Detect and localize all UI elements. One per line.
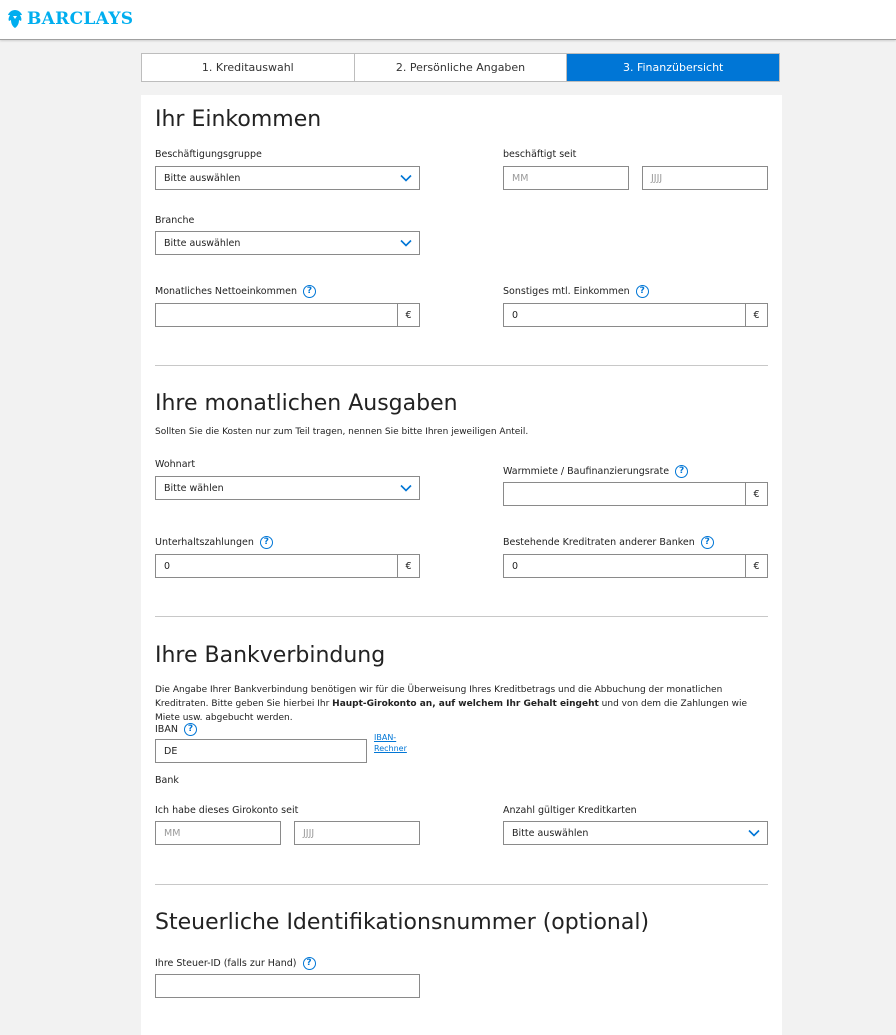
rent-label-text: Warmmiete / Baufinanzierungsrate: [503, 466, 670, 477]
currency-suffix: €: [745, 304, 767, 326]
industry-select[interactable]: Bitte auswählen: [155, 231, 420, 255]
rent-label: Warmmiete / Baufinanzierungsrate ?: [503, 465, 689, 478]
credit-cards-select[interactable]: Bitte auswählen: [503, 821, 768, 845]
alimony-field[interactable]: 0 €: [155, 554, 420, 578]
account-since-label: Ich habe dieses Girokonto seit: [155, 805, 299, 816]
bank-note-bold: Haupt-Girokonto an, auf welchem Ihr Geha…: [332, 699, 599, 709]
chevron-down-icon: [400, 239, 412, 247]
help-icon[interactable]: ?: [302, 285, 316, 298]
expenses-note: Sollten Sie die Kosten nur zum Teil trag…: [155, 427, 529, 437]
tax-id-label-text: Ihre Steuer-ID (falls zur Hand): [155, 958, 297, 969]
step-persoenliche-angaben[interactable]: 2. Persönliche Angaben: [355, 54, 568, 81]
loans-field[interactable]: 0 €: [503, 554, 768, 578]
net-income-label: Monatliches Nettoeinkommen ?: [155, 285, 316, 298]
form-card: Ihr Einkommen Beschäftigungsgruppe Bitte…: [141, 95, 782, 1035]
loans-label: Bestehende Kreditraten anderer Banken ?: [503, 536, 714, 549]
account-since-year-input[interactable]: JJJJ: [294, 821, 420, 845]
alimony-label: Unterhaltszahlungen ?: [155, 536, 273, 549]
bank-note: Die Angabe Ihrer Bankverbindung benötige…: [155, 683, 765, 725]
net-income-field[interactable]: €: [155, 303, 420, 327]
eagle-icon: [8, 10, 22, 28]
currency-suffix: €: [745, 555, 767, 577]
employment-group-select[interactable]: Bitte auswählen: [155, 166, 420, 190]
credit-cards-value: Bitte auswählen: [512, 827, 589, 839]
currency-suffix: €: [397, 555, 419, 577]
loans-input[interactable]: 0: [504, 555, 745, 577]
account-since-month-input[interactable]: MM: [155, 821, 281, 845]
net-income-input[interactable]: [156, 304, 397, 326]
progress-steps: 1. Kreditauswahl 2. Persönliche Angaben …: [141, 53, 780, 82]
rent-field[interactable]: €: [503, 482, 768, 506]
step-finanzuebersicht[interactable]: 3. Finanzübersicht: [567, 54, 780, 81]
bank-section-title: Ihre Bankverbindung: [155, 643, 386, 668]
housing-select[interactable]: Bitte wählen: [155, 476, 420, 500]
employment-group-label: Beschäftigungsgruppe: [155, 149, 262, 160]
chevron-down-icon: [748, 829, 760, 837]
other-income-label: Sonstiges mtl. Einkommen ?: [503, 285, 649, 298]
tax-section-title: Steuerliche Identifikationsnummer (optio…: [155, 910, 650, 935]
net-income-label-text: Monatliches Nettoeinkommen: [155, 286, 297, 297]
top-bar: BARCLAYS: [0, 0, 896, 40]
section-divider: [155, 884, 768, 885]
brand-name: BARCLAYS: [27, 9, 134, 29]
employed-since-label: beschäftigt seit: [503, 149, 577, 160]
other-income-input[interactable]: 0: [504, 304, 745, 326]
loans-label-text: Bestehende Kreditraten anderer Banken: [503, 537, 695, 548]
tax-id-label: Ihre Steuer-ID (falls zur Hand) ?: [155, 957, 316, 970]
bank-name-label: Bank: [155, 775, 179, 786]
iban-label: IBAN ?: [155, 723, 197, 736]
employment-group-value: Bitte auswählen: [164, 172, 241, 184]
section-divider: [155, 365, 768, 366]
help-icon[interactable]: ?: [700, 536, 714, 549]
help-icon[interactable]: ?: [259, 536, 273, 549]
section-divider: [155, 616, 768, 617]
housing-value: Bitte wählen: [164, 482, 224, 494]
barclays-logo[interactable]: BARCLAYS: [6, 8, 133, 30]
income-section-title: Ihr Einkommen: [155, 107, 322, 132]
chevron-down-icon: [400, 484, 412, 492]
rent-input[interactable]: [504, 483, 745, 505]
housing-label: Wohnart: [155, 459, 196, 470]
other-income-label-text: Sonstiges mtl. Einkommen: [503, 286, 630, 297]
step-kreditauswahl[interactable]: 1. Kreditauswahl: [142, 54, 355, 81]
currency-suffix: €: [745, 483, 767, 505]
employed-since-month-input[interactable]: MM: [503, 166, 629, 190]
iban-label-text: IBAN: [155, 724, 178, 735]
help-icon[interactable]: ?: [302, 957, 316, 970]
chevron-down-icon: [400, 174, 412, 182]
help-icon[interactable]: ?: [635, 285, 649, 298]
industry-value: Bitte auswählen: [164, 237, 241, 249]
iban-input[interactable]: DE: [155, 739, 367, 763]
help-icon[interactable]: ?: [675, 465, 689, 478]
employed-since-year-input[interactable]: JJJJ: [642, 166, 768, 190]
help-icon[interactable]: ?: [183, 723, 197, 736]
other-income-field[interactable]: 0 €: [503, 303, 768, 327]
tax-id-input[interactable]: [155, 974, 420, 998]
alimony-label-text: Unterhaltszahlungen: [155, 537, 254, 548]
iban-calculator-link[interactable]: IBAN-Rechner: [374, 732, 414, 754]
industry-label: Branche: [155, 215, 195, 226]
credit-cards-label: Anzahl gültiger Kreditkarten: [503, 805, 637, 816]
expenses-section-title: Ihre monatlichen Ausgaben: [155, 391, 458, 416]
currency-suffix: €: [397, 304, 419, 326]
alimony-input[interactable]: 0: [156, 555, 397, 577]
